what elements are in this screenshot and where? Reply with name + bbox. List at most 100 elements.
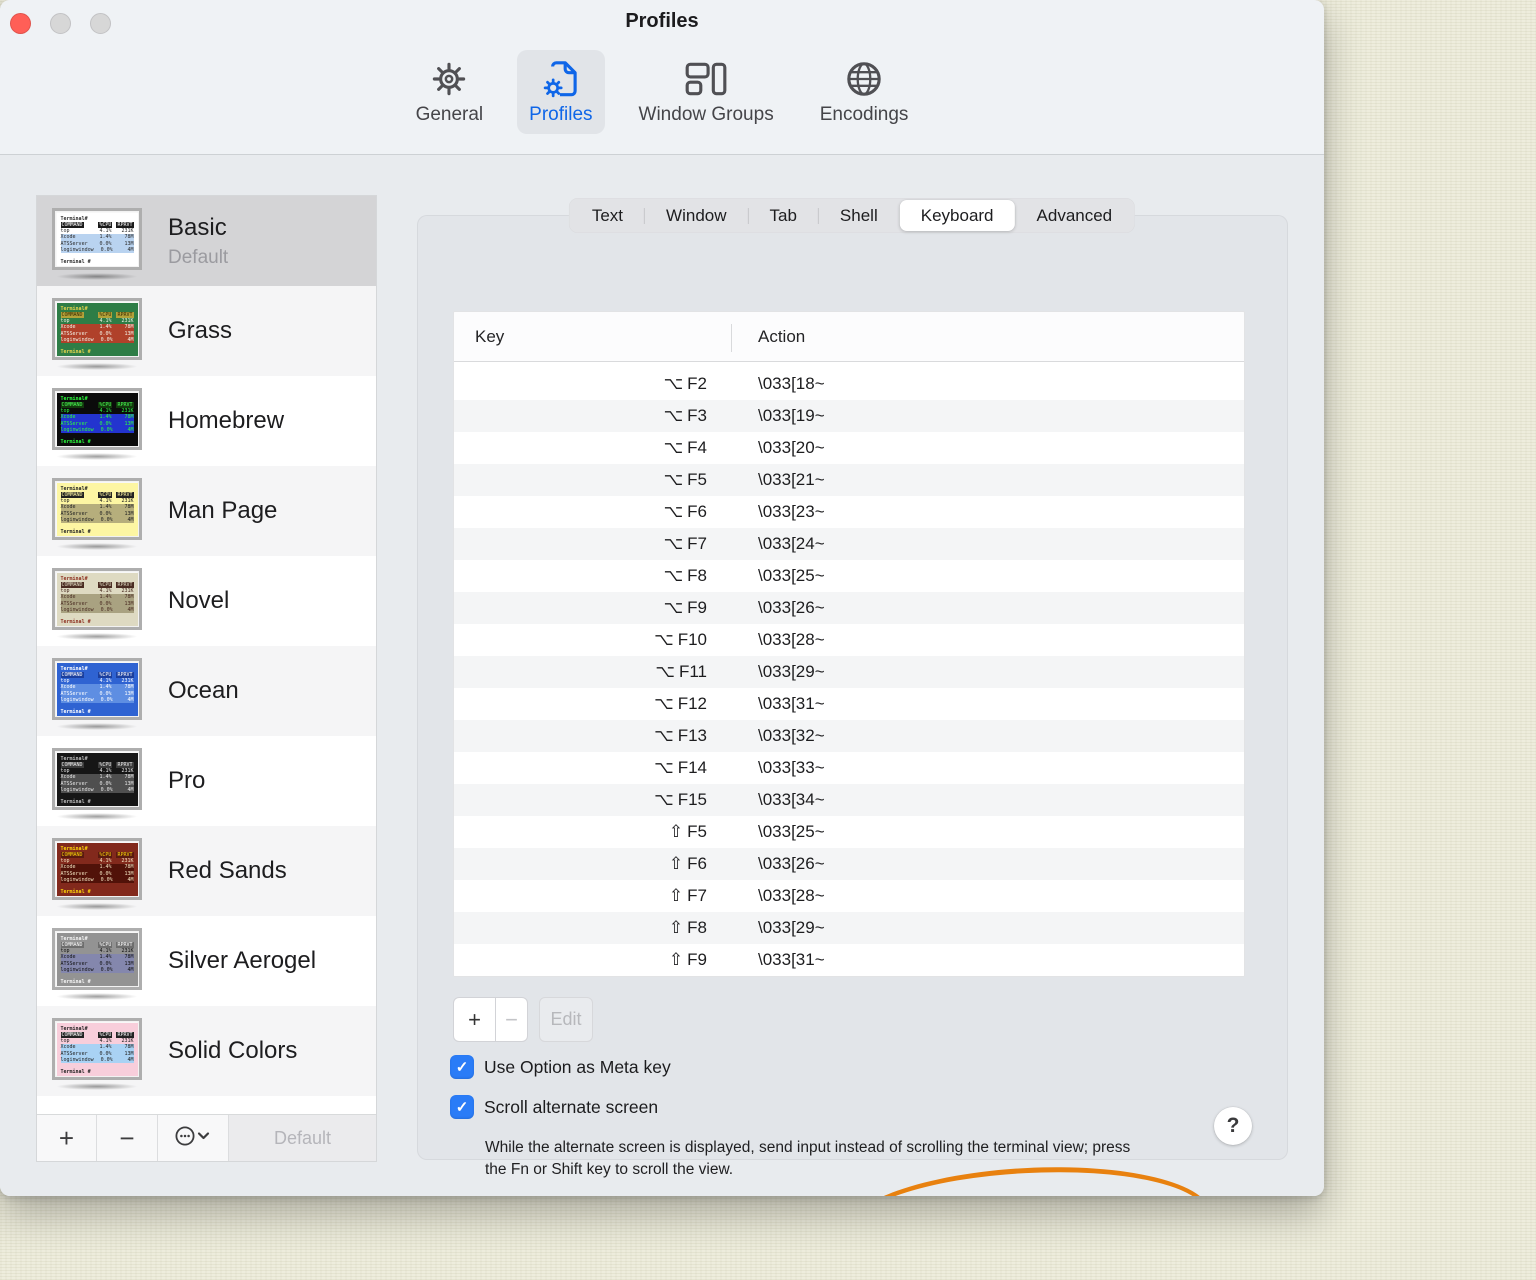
gear-icon bbox=[426, 56, 472, 102]
profile-list-item-basic[interactable]: Terminal# COMMAND %CPU RPRVT top 4.1% 231K Xc… bbox=[37, 196, 376, 286]
more-options-button[interactable] bbox=[158, 1115, 229, 1161]
terminal-preview-icon: Terminal# COMMAND %CPU RPRVT top 4.1% 231K Xc… bbox=[52, 658, 142, 720]
remove-key-button[interactable]: − bbox=[496, 997, 528, 1042]
toolbar-item-window-groups[interactable]: Window Groups bbox=[627, 50, 786, 134]
profile-name: Basic bbox=[168, 213, 227, 241]
add-key-button[interactable]: + bbox=[453, 997, 496, 1042]
key-mapping-row[interactable]: ⌥ F11 \033[29~ bbox=[454, 656, 1244, 688]
toolbar: General Profiles Window Groups Encodings bbox=[0, 50, 1324, 142]
option-key-icon: ⌥ bbox=[654, 694, 674, 714]
add-profile-button[interactable]: + bbox=[37, 1115, 97, 1161]
profile-list-item-man-page[interactable]: Terminal# COMMAND %CPU RPRVT top 4.1% 231K Xc… bbox=[37, 466, 376, 556]
profile-thumbnail: Terminal# COMMAND %CPU RPRVT top 4.1% 231K Xc… bbox=[52, 388, 142, 460]
profile-list-sidebar: Terminal# COMMAND %CPU RPRVT top 4.1% 231K Xc… bbox=[36, 195, 377, 1162]
profile-name: Man Page bbox=[168, 497, 278, 524]
profile-list-item-pro[interactable]: Terminal# COMMAND %CPU RPRVT top 4.1% 231K Xc… bbox=[37, 736, 376, 826]
profile-meta: Ocean bbox=[168, 677, 239, 705]
key-mapping-row[interactable]: ⇧ F7 \033[28~ bbox=[454, 880, 1244, 912]
profile-list-item-homebrew[interactable]: Terminal# COMMAND %CPU RPRVT top 4.1% 231K Xc… bbox=[37, 376, 376, 466]
set-default-button[interactable]: Default bbox=[229, 1115, 376, 1161]
key-mapping-row[interactable]: ⌥ F7 \033[24~ bbox=[454, 528, 1244, 560]
profile-document-icon bbox=[538, 56, 584, 102]
checkbox-checked[interactable]: ✓ bbox=[450, 1055, 474, 1079]
profile-meta: Basic Default bbox=[168, 214, 228, 269]
key-mapping-row[interactable]: ⌥ F6 \033[23~ bbox=[454, 496, 1244, 528]
key-mapping-row[interactable]: ⌥ F9 \033[26~ bbox=[454, 592, 1244, 624]
question-mark-icon: ? bbox=[1226, 1114, 1240, 1137]
key-mapping-row[interactable]: ⌥ F15 \033[34~ bbox=[454, 784, 1244, 816]
help-button[interactable]: ? bbox=[1214, 1107, 1252, 1145]
key-mapping-row[interactable]: ⌥ F12 \033[31~ bbox=[454, 688, 1244, 720]
key-mapping-row[interactable]: ⇧ F5 \033[25~ bbox=[454, 816, 1244, 848]
profile-default-badge: Default bbox=[168, 246, 229, 268]
option-key-icon: ⌥ bbox=[663, 566, 684, 586]
toolbar-item-general[interactable]: General bbox=[404, 50, 496, 134]
tab-window[interactable]: Window bbox=[645, 200, 747, 231]
key-mapping-row[interactable]: ⌥ F8 \033[25~ bbox=[454, 560, 1244, 592]
key-mapping-row[interactable]: ⌥ F10 \033[28~ bbox=[454, 624, 1244, 656]
key-mapping-row[interactable]: ⌥ F4 \033[20~ bbox=[454, 432, 1244, 464]
remove-profile-button[interactable]: − bbox=[97, 1115, 158, 1161]
tab-shell[interactable]: Shell bbox=[819, 200, 899, 231]
column-divider bbox=[731, 324, 732, 352]
option-key-icon: ⌥ bbox=[663, 374, 684, 394]
profile-list-footer: + − Default bbox=[37, 1114, 376, 1161]
edit-key-button[interactable]: Edit bbox=[539, 997, 593, 1042]
action-column-header[interactable]: Action bbox=[731, 312, 805, 361]
profile-name: Silver Aerogel bbox=[168, 947, 317, 974]
thumbnail-shadow bbox=[56, 813, 138, 820]
profile-list-item-grass[interactable]: Terminal# COMMAND %CPU RPRVT top 4.1% 231K Xc… bbox=[37, 286, 376, 376]
key-mapping-row[interactable]: ⇧ F9 \033[31~ bbox=[454, 944, 1244, 976]
checkbox-checked[interactable]: ✓ bbox=[450, 1095, 474, 1119]
action-cell: \033[31~ bbox=[758, 950, 825, 969]
key-mapping-row[interactable]: ⇧ F8 \033[29~ bbox=[454, 912, 1244, 944]
tab-keyboard[interactable]: Keyboard bbox=[899, 200, 1015, 231]
profile-meta: Pro bbox=[168, 767, 205, 795]
checkbox-label: Scroll alternate screen bbox=[484, 1096, 659, 1117]
tab-advanced[interactable]: Advanced bbox=[1016, 200, 1134, 231]
checkmark-icon: ✓ bbox=[455, 1059, 469, 1076]
key-cell: ⌥ F8 bbox=[663, 566, 707, 586]
tab-text[interactable]: Text bbox=[571, 200, 644, 231]
key-cell: ⌥ F11 bbox=[655, 662, 707, 682]
toolbar-item-profiles[interactable]: Profiles bbox=[517, 50, 605, 134]
profile-list-item-novel[interactable]: Terminal# COMMAND %CPU RPRVT top 4.1% 231K Xc… bbox=[37, 556, 376, 646]
terminal-preview-icon: Terminal# COMMAND %CPU RPRVT top 4.1% 231K Xc… bbox=[52, 568, 142, 630]
terminal-preview-icon: Terminal# COMMAND %CPU RPRVT top 4.1% 231K Xc… bbox=[52, 388, 142, 450]
shift-key-icon: ⇧ bbox=[668, 854, 684, 874]
key-cell: ⌥ F6 bbox=[663, 502, 707, 522]
key-mapping-row[interactable]: ⇧ F6 \033[26~ bbox=[454, 848, 1244, 880]
key-mapping-row[interactable]: ⌥ F3 \033[19~ bbox=[454, 400, 1244, 432]
key-column-header[interactable]: Key bbox=[454, 312, 731, 361]
scroll-alternate-screen-checkbox-row[interactable]: ✓ Scroll alternate screen bbox=[450, 1095, 658, 1119]
action-cell: \033[19~ bbox=[758, 406, 825, 425]
use-option-as-meta-checkbox-row[interactable]: ✓ Use Option as Meta key bbox=[450, 1055, 671, 1079]
action-cell: \033[29~ bbox=[758, 662, 825, 681]
key-cell: ⌥ F14 bbox=[654, 758, 707, 778]
profile-list-item-solid-colors[interactable]: Terminal# COMMAND %CPU RPRVT top 4.1% 231K Xc… bbox=[37, 1006, 376, 1096]
panel-overlay: Key Action ⌥ F2 \033[18~ ⌥ F3 \033[19~ ⌥ F4 \033… bbox=[417, 215, 1288, 1196]
shift-key-icon: ⇧ bbox=[668, 822, 684, 842]
profile-thumbnail: Terminal# COMMAND %CPU RPRVT top 4.1% 231K Xc… bbox=[52, 478, 142, 550]
thumbnail-shadow bbox=[56, 1083, 138, 1090]
action-cell: \033[26~ bbox=[758, 598, 825, 617]
toolbar-item-encodings[interactable]: Encodings bbox=[808, 50, 921, 134]
shift-key-icon: ⇧ bbox=[668, 950, 684, 970]
terminal-preferences-window: Profiles General Profiles Window Groups Enc… bbox=[0, 0, 1324, 1196]
profile-thumbnail: Terminal# COMMAND %CPU RPRVT top 4.1% 231K Xc… bbox=[52, 838, 142, 910]
key-mapping-row[interactable]: ⌥ F13 \033[32~ bbox=[454, 720, 1244, 752]
option-key-icon: ⌥ bbox=[663, 438, 684, 458]
key-mapping-row[interactable]: ⌥ F2 \033[18~ bbox=[454, 368, 1244, 400]
key-cell: ⌥ F5 bbox=[663, 470, 707, 490]
key-cell: ⌥ F10 bbox=[654, 630, 707, 650]
profile-list-item-silver-aerogel[interactable]: Terminal# COMMAND %CPU RPRVT top 4.1% 231K Xc… bbox=[37, 916, 376, 1006]
key-mapping-row[interactable]: ⌥ F5 \033[21~ bbox=[454, 464, 1244, 496]
profile-list-item-ocean[interactable]: Terminal# COMMAND %CPU RPRVT top 4.1% 231K Xc… bbox=[37, 646, 376, 736]
key-mapping-row[interactable]: ⌥ F14 \033[33~ bbox=[454, 752, 1244, 784]
tab-tab[interactable]: Tab bbox=[749, 200, 818, 231]
profile-list-item-red-sands[interactable]: Terminal# COMMAND %CPU RPRVT top 4.1% 231K Xc… bbox=[37, 826, 376, 916]
alternate-screen-help-text: While the alternate screen is displayed,… bbox=[485, 1139, 1131, 1178]
key-cell: ⇧ F7 bbox=[668, 886, 707, 906]
titlebar: Profiles General Profiles Window Groups Enc… bbox=[0, 0, 1324, 155]
shift-key-icon: ⇧ bbox=[668, 918, 684, 938]
